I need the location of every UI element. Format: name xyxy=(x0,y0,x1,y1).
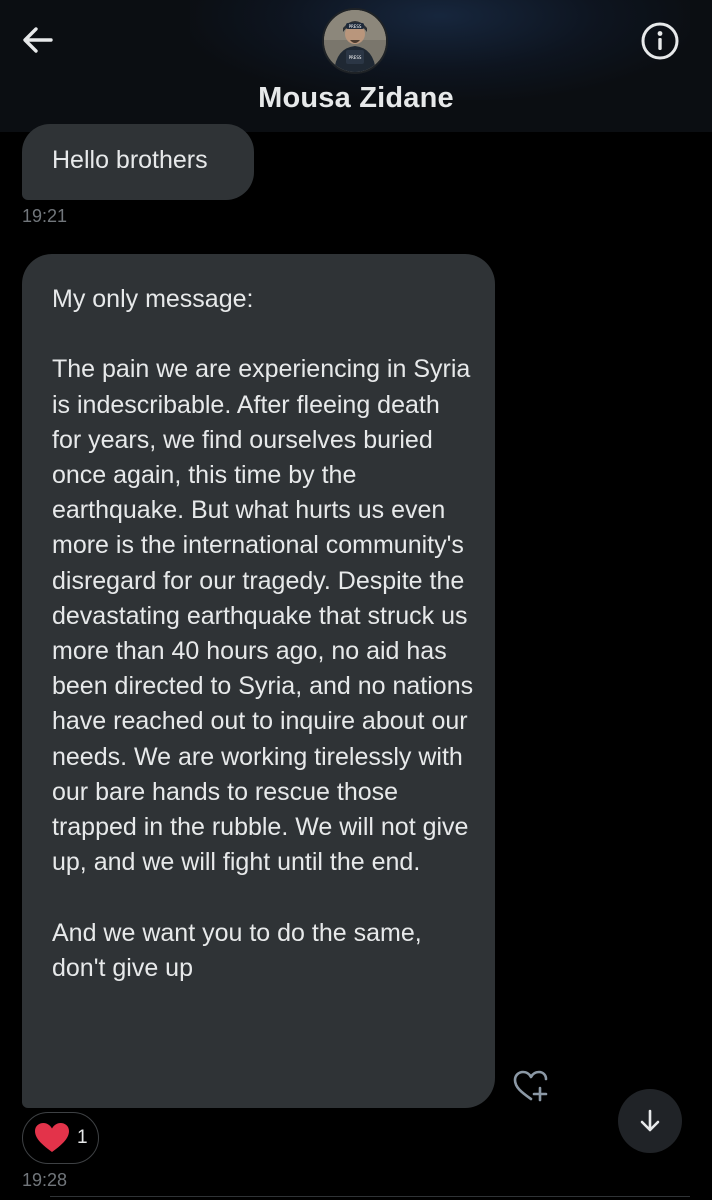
avatar[interactable]: PRESS PRESS xyxy=(322,8,388,74)
info-icon xyxy=(641,22,679,60)
press-vest-text: PRESS xyxy=(349,55,362,60)
scroll-to-bottom-button[interactable] xyxy=(618,1089,682,1153)
contact-name[interactable]: Mousa Zidane xyxy=(0,82,712,115)
add-reaction-button[interactable] xyxy=(511,1068,551,1104)
message-text: Hello brothers xyxy=(52,146,208,174)
press-badge-text: PRESS xyxy=(349,24,362,29)
heart-icon xyxy=(35,1123,69,1152)
dm-conversation: PRESS PRESS Mousa Zidane Hello brothers … xyxy=(0,0,712,1200)
message-timestamp: 19:28 xyxy=(22,1170,68,1190)
back-button[interactable] xyxy=(14,18,62,62)
composer-divider xyxy=(50,1196,690,1200)
message-bubble[interactable]: Hello brothers xyxy=(22,124,254,200)
info-button[interactable] xyxy=(636,18,684,64)
message-timestamp: 19:21 xyxy=(22,206,68,226)
arrow-down-icon xyxy=(640,1109,660,1132)
reaction-pill[interactable]: 1 xyxy=(22,1112,99,1164)
message-bubble[interactable]: My only message: The pain we are experie… xyxy=(22,254,495,1108)
arrow-left-icon xyxy=(23,27,53,53)
reaction-count: 1 xyxy=(77,1127,88,1148)
profile-photo: PRESS PRESS xyxy=(324,10,386,72)
heart-plus-icon xyxy=(513,1070,548,1102)
conversation-header: PRESS PRESS Mousa Zidane xyxy=(0,0,712,132)
